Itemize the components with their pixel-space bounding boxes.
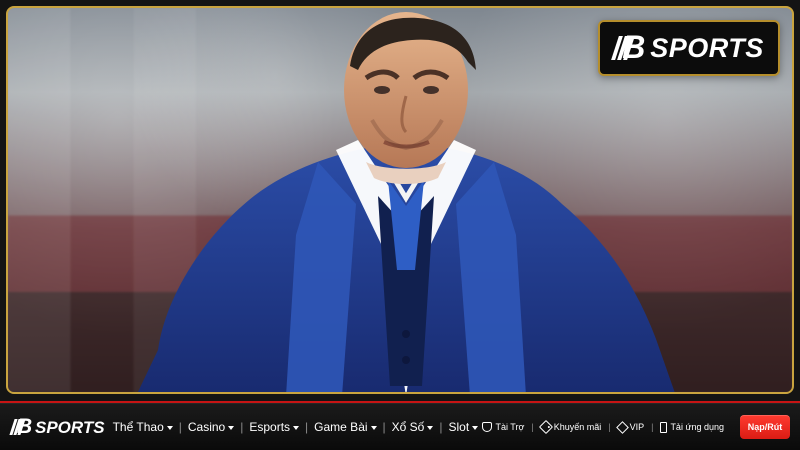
bottom-navigation: SPORTS Thể Thao | Casino | Esports | (0, 403, 800, 450)
diamond-icon (615, 420, 629, 434)
menu-item-slot[interactable]: Slot (448, 420, 479, 434)
chevron-down-icon (228, 425, 235, 430)
menu-item-casino[interactable]: Casino (187, 420, 235, 434)
nav-brand-text: SPORTS (35, 417, 105, 437)
menu-label-game-bai: Game Bài (314, 420, 368, 434)
menu-item-game-bai[interactable]: Game Bài (314, 420, 377, 434)
download-app-link[interactable]: Tải ứng dụng (660, 421, 724, 433)
coach-portrait (137, 12, 675, 392)
b-logo-icon (614, 31, 645, 63)
menu-label-esports: Esports (249, 420, 291, 434)
nav-b-logo-icon (12, 416, 32, 437)
page-frame: SPORTS SPORTS Thể Thao | Casino | (0, 0, 800, 450)
download-app-label: Tải ứng dụng (670, 422, 724, 432)
promotion-link[interactable]: Khuyến mãi (538, 419, 602, 435)
menu-item-xo-so[interactable]: Xổ Số (392, 420, 434, 434)
shield-icon (482, 422, 493, 432)
brand-logo-text: SPORTS (650, 32, 764, 63)
chevron-down-icon (166, 425, 173, 430)
main-menu: Thể Thao | Casino | Esports | Game Bài |… (113, 420, 479, 434)
hero-image: SPORTS (6, 6, 794, 394)
menu-item-esports[interactable]: Esports (249, 420, 300, 434)
promotion-label: Khuyến mãi (553, 422, 602, 432)
right-separator: | (531, 422, 534, 432)
vip-link[interactable]: VIP (615, 420, 645, 434)
vip-label: VIP (629, 422, 645, 432)
menu-separator: | (382, 420, 386, 434)
nav-brand[interactable]: SPORTS (12, 416, 105, 437)
menu-label-casino: Casino (187, 420, 226, 434)
tag-icon (538, 419, 553, 435)
menu-separator: | (305, 420, 309, 434)
sponsor-label: Tài Trợ (495, 422, 525, 432)
menu-label-slot: Slot (448, 420, 470, 434)
menu-separator: | (178, 420, 182, 434)
menu-label-xo-so: Xổ Số (391, 420, 425, 434)
chevron-down-icon (370, 425, 377, 430)
menu-label-the-thao: Thể Thao (112, 420, 164, 434)
menu-separator: | (240, 420, 244, 434)
chevron-down-icon (427, 425, 434, 430)
phone-icon (660, 421, 668, 433)
right-separator: | (608, 422, 611, 432)
menu-item-the-thao[interactable]: Thể Thao (113, 420, 173, 434)
right-separator: | (651, 422, 654, 432)
chevron-down-icon (293, 425, 300, 430)
deposit-withdraw-button[interactable]: Nạp/Rút (740, 415, 790, 439)
nav-left: SPORTS Thể Thao | Casino | Esports | (12, 416, 479, 437)
nav-right-links: Tài Trợ | Khuyến mãi | VIP | Tải ứng dụn… (482, 415, 790, 439)
sponsor-link[interactable]: Tài Trợ (482, 422, 524, 432)
brand-logo-box: SPORTS (598, 20, 780, 76)
chevron-down-icon (472, 425, 479, 430)
menu-separator: | (439, 420, 443, 434)
